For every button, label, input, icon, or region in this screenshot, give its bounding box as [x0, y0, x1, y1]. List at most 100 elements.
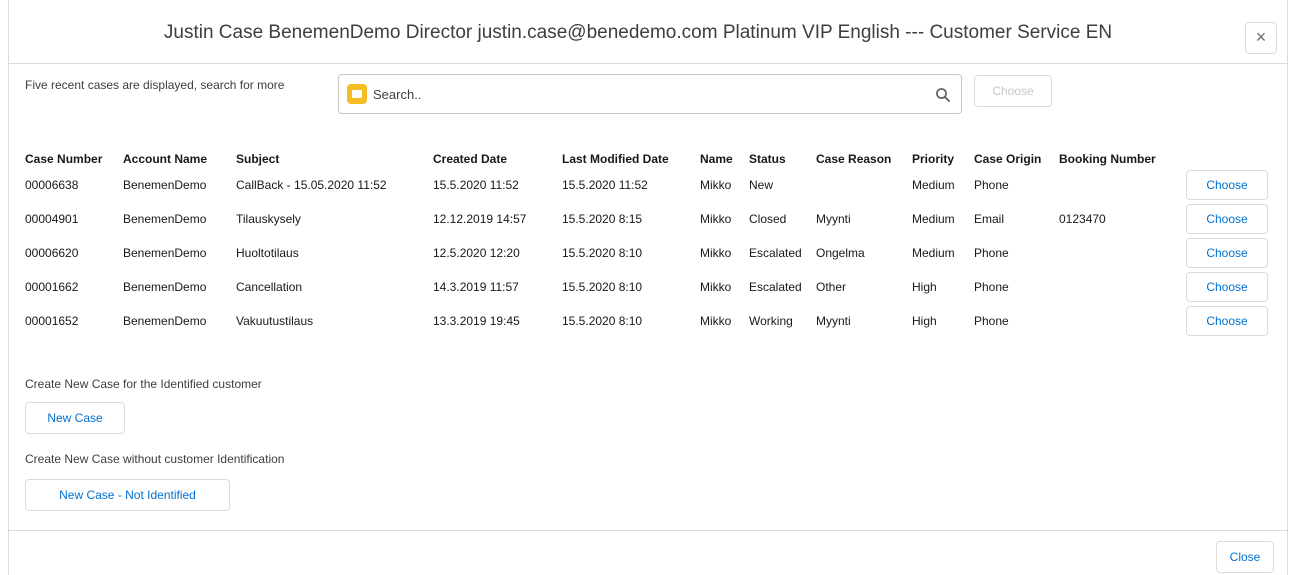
priority-cell: High — [912, 280, 937, 294]
last-modified-cell: 15.5.2020 8:10 — [562, 246, 643, 260]
case-origin-cell: Phone — [974, 246, 1009, 260]
account-name-cell: BenemenDemo — [123, 246, 207, 260]
account-name-cell: BenemenDemo — [123, 212, 207, 226]
close-icon[interactable]: × — [1245, 22, 1277, 54]
booking-number-cell — [1059, 168, 1186, 202]
header-case-number: Case Number — [25, 152, 103, 166]
last-modified-cell: 15.5.2020 8:15 — [562, 212, 643, 226]
priority-cell: Medium — [912, 178, 955, 192]
subject-cell: Cancellation — [236, 280, 303, 294]
table-row: 00006638 BenemenDemo CallBack - 15.05.20… — [25, 168, 1268, 202]
last-modified-cell: 15.5.2020 8:10 — [562, 314, 643, 328]
table-row: 00001662 BenemenDemo Cancellation 14.3.2… — [25, 270, 1268, 304]
case-reason-cell — [816, 168, 912, 202]
header-name: Name — [700, 152, 733, 166]
case-origin-cell: Phone — [974, 280, 1009, 294]
header-subject: Subject — [236, 152, 280, 166]
created-date-cell: 12.5.2020 12:20 — [433, 246, 520, 260]
status-cell: Escalated — [749, 246, 802, 260]
case-number-cell: 00001652 — [25, 314, 79, 328]
action-cell: Choose — [1186, 202, 1268, 236]
close-button[interactable]: Close — [1216, 541, 1274, 573]
case-number-cell: 00004901 — [25, 212, 79, 226]
subject-cell: Huoltotilaus — [236, 246, 299, 260]
subject-cell: CallBack - 15.05.2020 11:52 — [236, 178, 387, 192]
account-name-cell: BenemenDemo — [123, 280, 207, 294]
status-cell: Escalated — [749, 280, 802, 294]
name-cell: Mikko — [700, 246, 732, 260]
search-hint-label: Five recent cases are displayed, search … — [25, 78, 285, 92]
table-row: 00006620 BenemenDemo Huoltotilaus 12.5.2… — [25, 236, 1268, 270]
header-last-modified-date: Last Modified Date — [562, 152, 669, 166]
calendar-icon — [347, 84, 367, 104]
search-input[interactable] — [373, 83, 913, 105]
header-created-date: Created Date — [433, 152, 508, 166]
header-case-origin: Case Origin — [974, 152, 1042, 166]
action-cell: Choose — [1186, 168, 1268, 202]
created-date-cell: 13.3.2019 19:45 — [433, 314, 520, 328]
subject-cell: Vakuutustilaus — [236, 314, 314, 328]
last-modified-cell: 15.5.2020 11:52 — [562, 178, 648, 192]
table-header-row: Case Number Account Name Subject Created… — [25, 150, 1268, 168]
header-case-reason: Case Reason — [816, 152, 892, 166]
case-origin-cell: Email — [974, 212, 1005, 226]
header-account-name: Account Name — [123, 152, 208, 166]
case-reason-cell: Other — [816, 280, 847, 294]
cases-table: Case Number Account Name Subject Created… — [25, 150, 1268, 338]
header-booking-number: Booking Number — [1059, 152, 1156, 166]
booking-number-cell — [1059, 270, 1186, 304]
choose-case-button[interactable]: Choose — [1186, 204, 1268, 234]
modal-footer: Close — [9, 530, 1287, 575]
table-row: 00001652 BenemenDemo Vakuutustilaus 13.3… — [25, 304, 1268, 338]
case-reason-cell: Ongelma — [816, 246, 865, 260]
booking-number-cell — [1059, 304, 1186, 338]
booking-number-cell: 0123470 — [1059, 212, 1106, 226]
action-cell: Choose — [1186, 304, 1268, 338]
created-date-cell: 12.12.2019 14:57 — [433, 212, 527, 226]
header-status: Status — [749, 152, 786, 166]
choose-case-button[interactable]: Choose — [1186, 306, 1268, 336]
case-number-cell: 00006620 — [25, 246, 79, 260]
priority-cell: High — [912, 314, 937, 328]
modal-title: Justin Case BenemenDemo Director justin.… — [163, 22, 1113, 43]
new-case-button[interactable]: New Case — [25, 402, 125, 434]
case-number-cell: 00006638 — [25, 178, 79, 192]
choose-case-button[interactable]: Choose — [1186, 170, 1268, 200]
case-origin-cell: Phone — [974, 178, 1009, 192]
subject-cell: Tilauskysely — [236, 212, 301, 226]
last-modified-cell: 15.5.2020 8:10 — [562, 280, 643, 294]
status-cell: Working — [749, 314, 793, 328]
new-case-not-identified-button[interactable]: New Case - Not Identified — [25, 479, 230, 511]
case-reason-cell: Myynti — [816, 212, 851, 226]
action-cell: Choose — [1186, 270, 1268, 304]
search-choose-button[interactable]: Choose — [974, 75, 1052, 107]
status-cell: New — [749, 178, 774, 192]
choose-case-button[interactable]: Choose — [1186, 238, 1268, 268]
case-number-cell: 00001662 — [25, 280, 79, 294]
name-cell: Mikko — [700, 280, 732, 294]
new-case-unidentified-label: Create New Case without customer Identif… — [25, 452, 285, 466]
choose-case-button[interactable]: Choose — [1186, 272, 1268, 302]
account-name-cell: BenemenDemo — [123, 178, 207, 192]
priority-cell: Medium — [912, 246, 955, 260]
case-origin-cell: Phone — [974, 314, 1009, 328]
modal-header: Justin Case BenemenDemo Director justin.… — [9, 0, 1287, 64]
name-cell: Mikko — [700, 178, 732, 192]
table-row: 00004901 BenemenDemo Tilauskysely 12.12.… — [25, 202, 1268, 236]
name-cell: Mikko — [700, 212, 732, 226]
created-date-cell: 15.5.2020 11:52 — [433, 178, 519, 192]
name-cell: Mikko — [700, 314, 732, 328]
priority-cell: Medium — [912, 212, 955, 226]
case-selection-modal: Justin Case BenemenDemo Director justin.… — [8, 0, 1288, 575]
created-date-cell: 14.3.2019 11:57 — [433, 280, 519, 294]
case-reason-cell: Myynti — [816, 314, 851, 328]
search-icon[interactable] — [935, 87, 951, 103]
action-cell: Choose — [1186, 236, 1268, 270]
new-case-identified-label: Create New Case for the Identified custo… — [25, 377, 262, 391]
header-action — [1186, 150, 1268, 168]
status-cell: Closed — [749, 212, 787, 226]
header-priority: Priority — [912, 152, 955, 166]
account-name-cell: BenemenDemo — [123, 314, 207, 328]
booking-number-cell — [1059, 236, 1186, 270]
search-box — [338, 74, 962, 114]
